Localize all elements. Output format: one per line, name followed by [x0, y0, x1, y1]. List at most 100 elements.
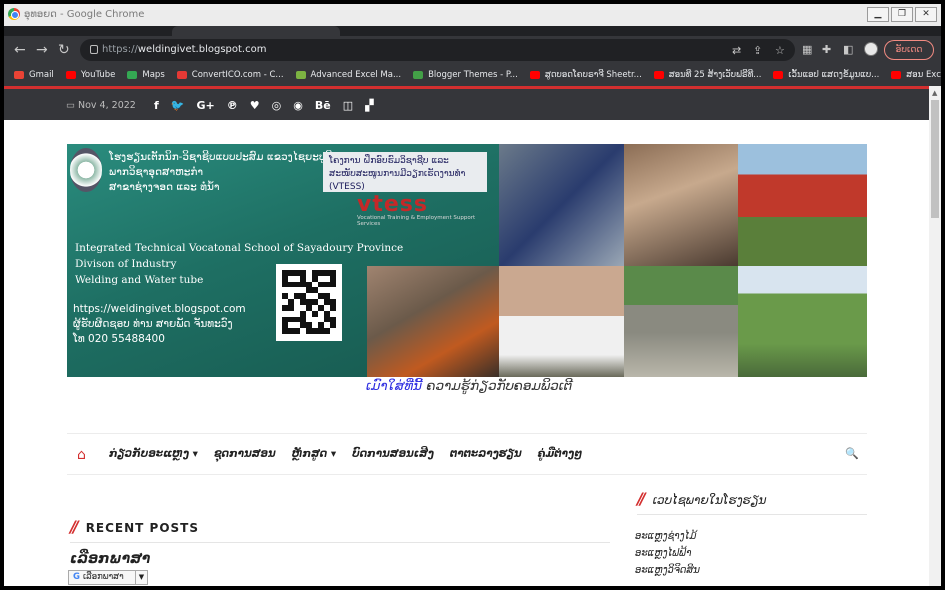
tab-strip [4, 26, 941, 36]
nav-item-extra-lessons[interactable]: ບົດການສອນເສີງ [352, 448, 434, 460]
site-title[interactable]: ເມົາໃສ່ທີ່ນີ້ ຄວາມຮູ້ກ່ຽວກັບຄອມພິວເຕີ [366, 378, 572, 394]
browser-window: ອຸທອຍດ - Google Chrome ▁ ❐ ✕ ← → ↻ https… [4, 4, 941, 586]
scrollbar-thumb[interactable] [931, 100, 939, 218]
bookmark-item[interactable]: Advanced Excel Ma... [295, 70, 402, 80]
bookmark-label: ເວັ້ນແອປ ແສດງຂໍ້ມູນແບ... [788, 70, 880, 80]
minimize-button[interactable]: ▁ [867, 7, 889, 22]
google-plus-icon[interactable]: G+ [197, 99, 215, 112]
rss-icon[interactable]: ◉ [293, 99, 303, 112]
vtess-logo: vtess [357, 192, 428, 217]
bookmark-item[interactable]: Blogger Themes - P... [413, 70, 518, 80]
nav-item-timetable[interactable]: ຕາຕະລາງຮຽນ [450, 448, 522, 460]
twitter-icon[interactable]: 🐦 [171, 99, 185, 112]
chrome-logo-icon [8, 8, 20, 20]
recent-posts-heading: //RECENT POSTS [70, 517, 610, 543]
workshop-photo [624, 144, 738, 266]
bookmark-label: Advanced Excel Ma... [310, 70, 402, 80]
bookmark-favicon-icon [413, 71, 424, 79]
reload-icon[interactable]: ↻ [58, 42, 70, 58]
facebook-icon[interactable]: f [154, 99, 159, 112]
bookmark-label: Blogger Themes - P... [428, 70, 518, 80]
school-sites-heading: //ເວບໄຊພາຍໃນໂຮງຮຽນ [637, 489, 867, 515]
language-title: ເລືອກພາສາ [70, 551, 151, 567]
bookmark-label: ConvertICO.com - C... [191, 70, 284, 80]
school-name-english: Integrated Technical Vocatonal School of… [75, 242, 404, 286]
bookmark-favicon-icon [14, 71, 24, 79]
garden-photo [738, 266, 867, 377]
main-navigation: ⌂ ກ່ຽວກັບອະແຫຼງ ▾ ຊຸດການສອນ ຫຼັກສູດ ▾ ບົ… [67, 433, 867, 475]
page-scrollbar[interactable]: ▲ [929, 86, 941, 586]
profile-avatar[interactable] [864, 42, 878, 56]
dribbble-icon[interactable]: ◎ [272, 99, 282, 112]
bookmark-item[interactable]: ສູດບອດໂຄບຣາຈີ Sheetr... [529, 70, 642, 80]
update-button[interactable]: ອັບເດດ [884, 40, 934, 60]
sidebar-link[interactable]: ອະແຫຼງຊ່າງໄມ້ [635, 528, 700, 545]
workshop-photo-collage [367, 144, 867, 377]
chevron-down-icon[interactable]: ▼ [135, 571, 147, 584]
close-button[interactable]: ✕ [915, 7, 937, 22]
slash-accent-icon: // [637, 489, 646, 508]
behance-icon[interactable]: Bē [315, 99, 331, 112]
instagram-icon[interactable]: ◫ [343, 99, 353, 112]
bookmark-item[interactable]: ສອນທີ 25 ສ້າງເວັບຟຣີທີ... [653, 70, 762, 80]
heart-icon[interactable]: ♥ [250, 99, 260, 112]
bookmark-item[interactable]: YouTube [65, 70, 116, 80]
bookmark-label: ສອນ Excel: VLOOKU... [906, 70, 941, 80]
extensions-icon[interactable]: ✚ [822, 43, 831, 56]
qr-code [276, 264, 342, 341]
address-bar[interactable]: https://weldingivet.blogspot.com ⇄ ⇪ ☆ [80, 39, 795, 61]
delicious-icon[interactable]: ▞ [365, 99, 373, 112]
window-title: ອຸທອຍດ - Google Chrome [24, 9, 145, 20]
bookmark-item[interactable]: Gmail [14, 70, 54, 80]
home-icon[interactable]: ⌂ [77, 447, 86, 463]
site-top-bar: ▭ Nov 4, 2022 f 🐦 G+ ℗ ♥ ◎ ◉ Bē ◫ ▞ [4, 86, 941, 120]
search-icon[interactable]: 🔍 [845, 447, 859, 460]
bookmark-favicon-icon [65, 71, 76, 79]
apps-grid-icon[interactable]: ▦ [802, 43, 812, 56]
nav-item-lessons[interactable]: ຊຸດການສອນ [214, 448, 276, 460]
bookmark-label: ສູດບອດໂຄບຣາຈີ Sheetr... [544, 70, 642, 80]
bookmark-label: YouTube [80, 70, 116, 80]
sidebar-link[interactable]: ອະແຫຼງໄຟຟ້າ [635, 545, 700, 562]
bookmark-favicon-icon [653, 71, 664, 79]
pinterest-icon[interactable]: ℗ [227, 99, 238, 112]
forward-arrow-icon[interactable]: → [36, 42, 48, 58]
lock-icon [90, 45, 98, 54]
translate-icon[interactable]: ⇄ [732, 44, 741, 57]
bookmark-item[interactable]: ConvertICO.com - C... [176, 70, 284, 80]
bookmarks-bar: Gmail YouTube Maps ConvertICO.com - C... Adv… [4, 64, 941, 86]
roof-photo [738, 144, 867, 266]
school-seal-icon [70, 148, 102, 192]
share-icon[interactable]: ⇪ [753, 44, 762, 57]
bookmark-star-icon[interactable]: ☆ [775, 44, 785, 57]
program-tag: ໂຄງການ ຝຶກອົບຮົມວິຊາຊີບ ແລະ ສະໜັບສະໜູນກາ… [323, 152, 487, 192]
browser-toolbar: ← → ↻ https://weldingivet.blogspot.com ⇄… [4, 36, 941, 64]
bookmark-item[interactable]: ເວັ້ນແອປ ແສດງຂໍ້ມູນແບ... [773, 70, 879, 80]
maximize-button[interactable]: ❐ [891, 7, 913, 22]
sidebar-link[interactable]: ອະແຫຼງວິຈິດສິນ [635, 562, 700, 579]
school-name: ໂຮງຮຽນເຕັກນິກ-ວິຊາຊີບແບບປະສົມ ແຂວງໄຊຍະບູ… [109, 151, 333, 193]
nav-item-about[interactable]: ກ່ຽວກັບອະແຫຼງ ▾ [109, 448, 198, 460]
bookmark-item[interactable]: ສອນ Excel: VLOOKU... [891, 70, 941, 80]
bookmark-favicon-icon [176, 71, 187, 79]
school-sites-list: ອະແຫຼງຊ່າງໄມ້ ອະແຫຼງໄຟຟ້າ ອະແຫຼງວິຈິດສິນ [635, 528, 700, 579]
welding-photo [499, 144, 624, 266]
bookmark-label: ສອນທີ 25 ສ້າງເວັບຟຣີທີ... [668, 70, 762, 80]
bookmark-favicon-icon [295, 71, 306, 79]
bookmark-label: Gmail [29, 70, 54, 80]
language-select[interactable]: G ເລືອກພາສາ ▼ [68, 570, 148, 585]
students-photo [499, 266, 624, 377]
contact-info: https://weldingivet.blogspot.com ຜູ້ຮັບຜ… [73, 303, 246, 345]
nav-item-manuals[interactable]: ຄູ່ມືຕ່າງໆ [538, 448, 582, 460]
post-date: ▭ Nov 4, 2022 [66, 100, 136, 111]
nav-item-curriculum[interactable]: ຫຼັກສູດ ▾ [292, 448, 336, 460]
bookmark-item[interactable]: Maps [127, 70, 165, 80]
scroll-up-icon[interactable]: ▲ [932, 89, 937, 97]
vtess-logo-subtitle: Vocational Training & Employment Support… [357, 215, 476, 227]
active-tab[interactable] [172, 26, 340, 36]
social-links: f 🐦 G+ ℗ ♥ ◎ ◉ Bē ◫ ▞ [154, 99, 374, 112]
side-panel-icon[interactable]: ◧ [843, 43, 853, 56]
back-arrow-icon[interactable]: ← [14, 42, 26, 58]
title-bar: ອຸທອຍດ - Google Chrome ▁ ❐ ✕ [4, 4, 941, 26]
header-banner[interactable]: ໂຮງຮຽນເຕັກນິກ-ວິຊາຊີບແບບປະສົມ ແຂວງໄຊຍະບູ… [67, 144, 867, 377]
